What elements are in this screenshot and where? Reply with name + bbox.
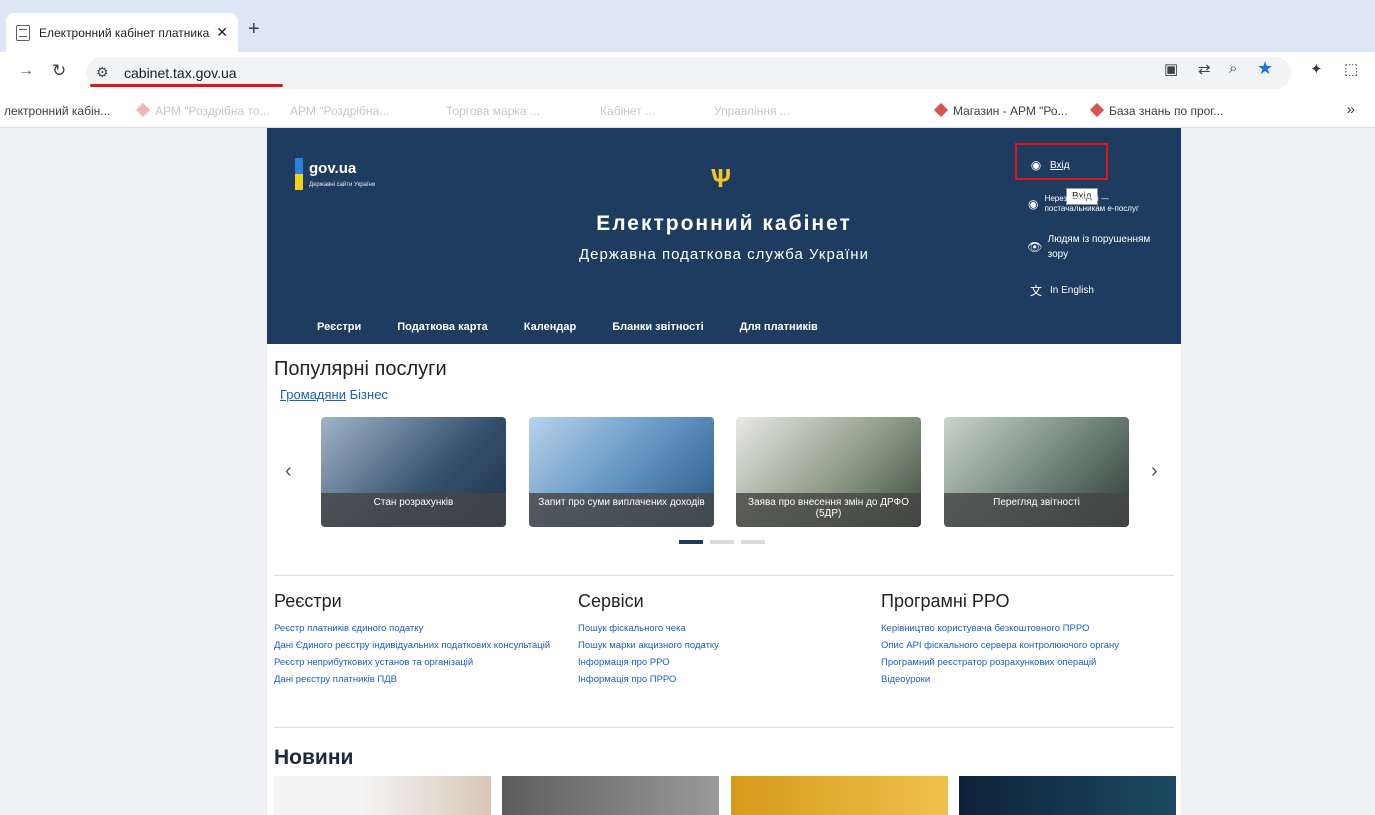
services-title: Сервіси	[578, 591, 644, 611]
registry-link[interactable]: Дані реєстру платників ПДВ	[274, 671, 564, 688]
carousel-dot[interactable]	[741, 540, 765, 544]
service-card[interactable]: Запит про суми виплачених доходів	[529, 417, 714, 527]
bookmark-item[interactable]: Кабінет ...	[600, 104, 655, 118]
prro-link[interactable]: Опис API фіскального сервера контролюючо…	[881, 637, 1171, 654]
bookmark-icon	[933, 102, 949, 118]
tab-business[interactable]: Бізнес	[350, 387, 388, 402]
zoom-icon[interactable]: ⌕	[1229, 60, 1237, 77]
prro-link[interactable]: Відеоуроки	[881, 671, 1171, 688]
page-favicon-icon	[16, 24, 30, 41]
extension-icon[interactable]: ✦	[1310, 60, 1323, 78]
news-card[interactable]	[274, 776, 491, 815]
service-card-label: Перегляд звітності	[944, 493, 1129, 527]
registries-section: Реєстри Реєстр платників єдиного податку…	[274, 591, 564, 688]
close-tab-icon[interactable]: ✕	[216, 24, 228, 41]
nonresident-icon: ◉	[1028, 197, 1039, 211]
tab-title: Електронний кабінет платника	[39, 25, 210, 40]
translate-language-icon: 文	[1029, 284, 1042, 298]
login-link[interactable]: ◉ Вхід	[1027, 158, 1070, 172]
new-tab-button[interactable]: +	[248, 18, 260, 41]
section-divider	[273, 575, 1175, 576]
popular-services-tabs: Громадяни Бізнес	[280, 387, 388, 402]
translate-icon[interactable]: ⇄	[1198, 60, 1211, 78]
bookmark-item[interactable]: АРМ "Роздрібна то...	[135, 102, 270, 118]
eye-icon: 👁	[1027, 240, 1043, 254]
popular-services-title: Популярні послуги	[274, 358, 447, 380]
browser-tab-strip: Електронний кабінет платника ✕ +	[0, 0, 1375, 52]
menu-item-calendar[interactable]: Календар	[524, 321, 576, 333]
bookmark-icon	[135, 102, 151, 118]
gov-ua-flag-icon	[295, 158, 303, 190]
registry-link[interactable]: Дані Єдиного реєстру індивідуальних пода…	[274, 637, 564, 654]
menu-item-for-payers[interactable]: Для платників	[740, 321, 818, 333]
vision-impaired-link[interactable]: 👁 Людям із порушенням зору	[1027, 232, 1157, 262]
url-text[interactable]: cabinet.tax.gov.ua	[124, 65, 237, 81]
service-link[interactable]: Інформація про ПРРО	[578, 671, 868, 688]
bookmark-item[interactable]: Торгова марка ...	[446, 104, 540, 118]
services-section: Сервіси Пошук фіскального чека Пошук мар…	[578, 591, 868, 688]
service-card-label: Заява про внесення змін до ДРФО (5ДР)	[736, 493, 921, 527]
forward-icon[interactable]: →	[18, 62, 34, 80]
service-card[interactable]: Стан розрахунків	[321, 417, 506, 527]
reload-icon[interactable]: ↻	[52, 61, 66, 81]
english-link[interactable]: 文 In English	[1027, 282, 1094, 299]
service-link[interactable]: Інформація про РРО	[578, 654, 868, 671]
service-card[interactable]: Заява про внесення змін до ДРФО (5ДР)	[736, 417, 921, 527]
gov-ua-logo-text[interactable]: gov.ua	[309, 160, 356, 177]
menu-item-report-forms[interactable]: Бланки звітності	[612, 321, 703, 333]
news-card[interactable]	[502, 776, 719, 815]
gov-ua-subtitle: Державні сайти України	[309, 182, 376, 188]
service-link[interactable]: Пошук фіскального чека	[578, 620, 868, 637]
trident-emblem-icon: Ѱ	[710, 163, 732, 193]
nonresident-link[interactable]: ◉ Нерезидентам — постачальникам е-послуг	[1027, 194, 1157, 214]
site-settings-icon[interactable]: ⚙	[96, 64, 109, 81]
bookmark-item[interactable]: лектронний кабін...	[4, 104, 110, 118]
carousel-dot[interactable]	[679, 540, 703, 544]
software-rro-section: Програмні РРО Керівництво користувача бе…	[881, 591, 1171, 688]
news-card[interactable]	[959, 776, 1176, 815]
section-divider	[273, 727, 1175, 728]
carousel-prev-icon[interactable]: ‹	[285, 460, 292, 483]
extensions-puzzle-icon[interactable]: ⬚	[1344, 60, 1358, 78]
prro-link[interactable]: Керівництво користувача безкоштовного ПР…	[881, 620, 1171, 637]
service-card-label: Запит про суми виплачених доходів	[529, 493, 714, 527]
url-annotation-underline	[90, 84, 283, 87]
bookmark-star-icon[interactable]: ★	[1257, 58, 1273, 79]
bookmark-item[interactable]: Управління ...	[714, 104, 790, 118]
prro-link[interactable]: Програмний реєстратор розрахункових опер…	[881, 654, 1171, 671]
install-app-icon[interactable]: ▣	[1164, 60, 1178, 78]
service-card-label: Стан розрахунків	[321, 493, 506, 527]
service-card[interactable]: Перегляд звітності	[944, 417, 1129, 527]
browser-tab-active[interactable]: Електронний кабінет платника ✕	[6, 13, 238, 52]
bookmark-item[interactable]: Магазин - АРМ "Ро...	[933, 102, 1068, 118]
login-icon: ◉	[1030, 158, 1042, 172]
site-header: gov.ua Державні сайти України Ѱ Електрон…	[267, 128, 1181, 344]
menu-item-tax-map[interactable]: Податкова карта	[397, 321, 488, 333]
software-rro-title: Програмні РРО	[881, 591, 1010, 611]
registry-link[interactable]: Реєстр неприбуткових установ та організа…	[274, 654, 564, 671]
bookmark-item[interactable]: АРМ "Роздрібна...	[290, 104, 389, 118]
registry-link[interactable]: Реєстр платників єдиного податку	[274, 620, 564, 637]
bookmarks-bar: лектронний кабін... АРМ "Роздрібна то...…	[0, 94, 1375, 128]
bookmark-icon	[1089, 102, 1105, 118]
news-title: Новини	[274, 746, 354, 769]
registries-title: Реєстри	[274, 591, 342, 611]
carousel-dot[interactable]	[710, 540, 734, 544]
bookmark-item[interactable]: База знань по прог...	[1089, 102, 1223, 118]
carousel-next-icon[interactable]: ›	[1151, 460, 1158, 483]
service-link[interactable]: Пошук марки акцизного податку	[578, 637, 868, 654]
main-menu: Реєстри Податкова карта Календар Бланки …	[317, 321, 818, 333]
bookmarks-overflow-button[interactable]: »	[1347, 101, 1355, 118]
news-card[interactable]	[731, 776, 948, 815]
carousel-pagination	[679, 540, 765, 544]
menu-item-registries[interactable]: Реєстри	[317, 321, 361, 333]
web-page: gov.ua Державні сайти України Ѱ Електрон…	[267, 128, 1181, 815]
tab-citizens[interactable]: Громадяни	[280, 387, 346, 402]
